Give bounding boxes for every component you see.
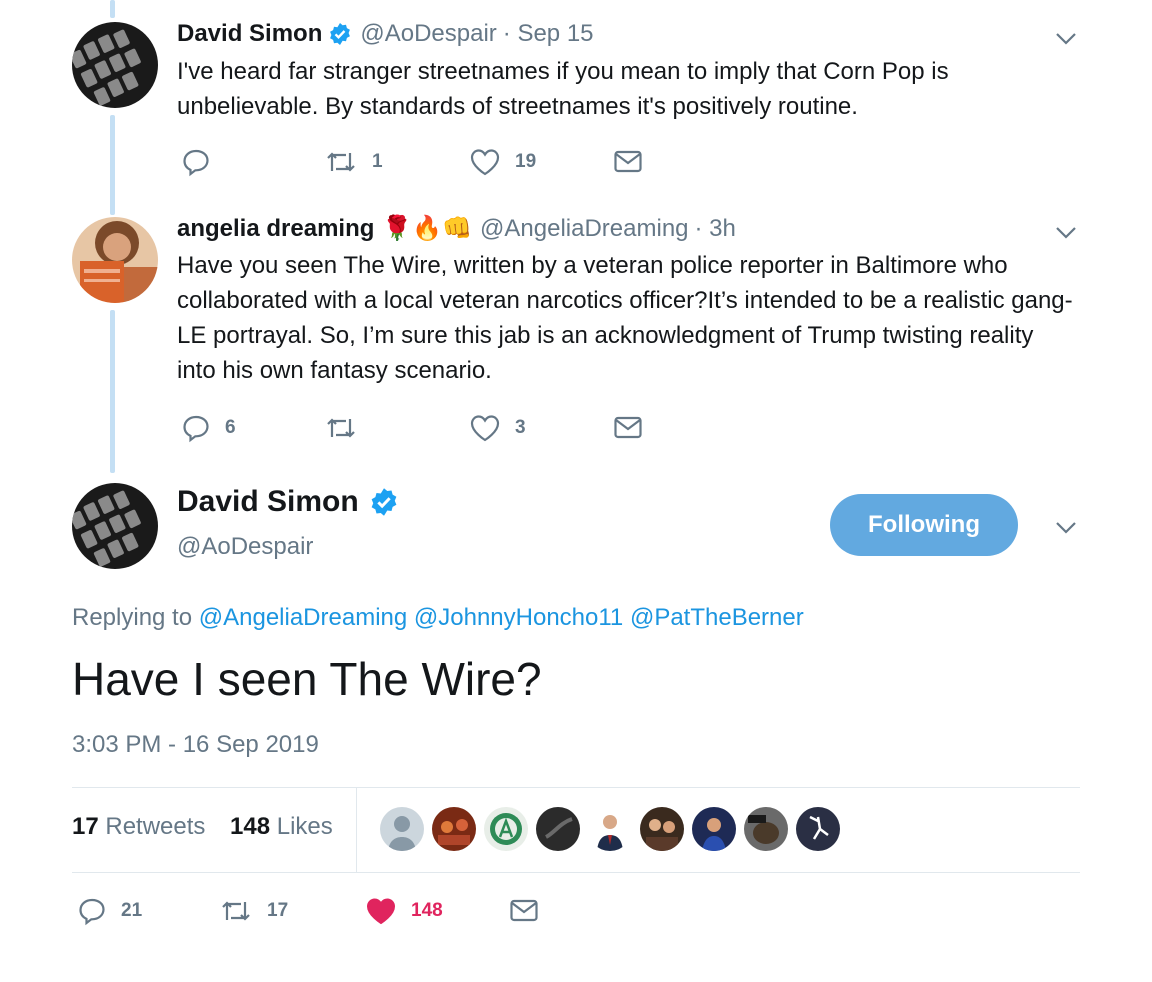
verified-badge-icon xyxy=(369,487,399,517)
main-author: David Simon xyxy=(177,485,399,519)
liker-avatar[interactable] xyxy=(640,807,684,851)
dm-button[interactable] xyxy=(613,413,657,443)
like-icon xyxy=(470,149,500,176)
name-emoji: 🌹🔥👊 xyxy=(382,215,473,242)
thread-line-top xyxy=(110,0,115,18)
verified-badge-icon xyxy=(328,22,352,46)
reply-icon xyxy=(183,415,209,443)
like-count: 148 xyxy=(411,900,443,921)
avatar[interactable] xyxy=(72,22,158,108)
tweet-text: I've heard far stranger streetnames if y… xyxy=(177,58,949,120)
liker-avatar[interactable] xyxy=(588,807,632,851)
retweet-icon xyxy=(327,152,355,172)
like-count: 3 xyxy=(515,417,526,438)
like-icon xyxy=(366,898,396,925)
following-button[interactable]: Following xyxy=(830,494,1018,556)
tweet-header: angelia dreaming 🌹🔥👊 @AngeliaDreaming · … xyxy=(177,214,736,243)
tweet-text: Have you seen The Wire, written by a vet… xyxy=(177,252,1073,384)
like-icon xyxy=(470,415,500,442)
stats-divider xyxy=(356,788,357,872)
retweet-stat[interactable]: 17 Retweets xyxy=(72,813,205,841)
retweet-icon xyxy=(222,901,250,921)
like-stat-label: Likes xyxy=(276,813,333,840)
liker-avatar[interactable] xyxy=(796,807,840,851)
reply-button[interactable] xyxy=(181,147,225,177)
liker-avatar[interactable] xyxy=(536,807,580,851)
reply-count: 21 xyxy=(121,900,143,921)
tweet-header: David Simon @AoDespair · Sep 15 xyxy=(177,20,594,48)
liker-avatar[interactable] xyxy=(744,807,788,851)
main-tweet-text: Have I seen The Wire? xyxy=(72,653,542,705)
reply-button[interactable]: 6 xyxy=(181,413,236,443)
liker-avatar[interactable] xyxy=(692,807,736,851)
author-handle[interactable]: @AoDespair xyxy=(360,20,496,48)
retweet-count: 17 xyxy=(267,900,289,921)
author-name[interactable]: David Simon xyxy=(177,20,322,48)
reply-icon xyxy=(79,898,105,926)
retweet-count: 1 xyxy=(372,151,383,172)
chevron-down-icon[interactable] xyxy=(1055,32,1077,46)
thread-line-2 xyxy=(110,310,115,473)
replying-to-label: Replying to xyxy=(72,604,193,631)
reply-mention[interactable]: @JohnnyHoncho11 xyxy=(414,604,623,631)
reply-count: 6 xyxy=(225,417,236,438)
author-name[interactable]: angelia dreaming xyxy=(177,215,374,243)
retweet-button[interactable]: 17 xyxy=(219,896,288,926)
liker-avatar[interactable] xyxy=(432,807,476,851)
like-stat[interactable]: 148 Likes xyxy=(230,813,333,841)
reply-icon xyxy=(183,149,209,177)
like-stat-count: 148 xyxy=(230,813,271,840)
reply-mention[interactable]: @PatTheBerner xyxy=(630,604,804,631)
like-button[interactable]: 148 xyxy=(365,896,443,926)
liker-avatar[interactable] xyxy=(484,807,528,851)
thread-line-1 xyxy=(110,115,115,215)
retweet-button[interactable] xyxy=(324,413,372,443)
avatar[interactable] xyxy=(72,217,158,303)
like-button[interactable]: 19 xyxy=(469,147,536,177)
dm-button[interactable] xyxy=(613,147,657,177)
avatar[interactable] xyxy=(72,483,158,569)
tweet-timestamp[interactable]: 3:03 PM - 16 Sep 2019 xyxy=(72,731,319,759)
chevron-down-icon[interactable] xyxy=(1055,226,1077,240)
chevron-down-icon[interactable] xyxy=(1055,521,1077,535)
like-count: 19 xyxy=(515,151,537,172)
liker-avatar[interactable] xyxy=(380,807,424,851)
tweet-time[interactable]: · Sep 15 xyxy=(503,20,594,48)
dm-icon xyxy=(614,416,642,439)
dm-button[interactable] xyxy=(509,896,553,926)
dm-icon xyxy=(510,899,538,922)
author-handle[interactable]: @AoDespair xyxy=(177,533,313,561)
retweet-stat-count: 17 xyxy=(72,813,99,840)
retweet-button[interactable]: 1 xyxy=(324,147,383,177)
tweet-time[interactable]: · 3h xyxy=(695,215,736,243)
replying-to: Replying to @AngeliaDreaming @JohnnyHonc… xyxy=(72,604,804,632)
divider xyxy=(72,872,1080,873)
retweet-icon xyxy=(327,418,355,438)
dm-icon xyxy=(614,150,642,173)
reply-mention[interactable]: @AngeliaDreaming xyxy=(199,604,407,631)
like-button[interactable]: 3 xyxy=(469,413,526,443)
author-handle[interactable]: @AngeliaDreaming xyxy=(480,215,688,243)
retweet-stat-label: Retweets xyxy=(105,813,206,840)
author-name[interactable]: David Simon xyxy=(177,485,359,519)
reply-button[interactable]: 21 xyxy=(77,896,142,926)
divider xyxy=(72,787,1080,788)
